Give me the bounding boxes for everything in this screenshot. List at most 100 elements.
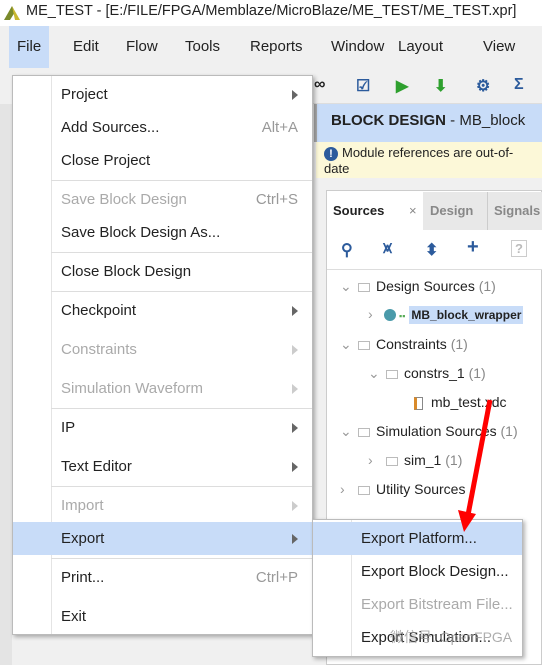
tree-constraints[interactable]: ⌄ Constraints (1): [340, 336, 468, 353]
tab-signals[interactable]: Signals: [487, 192, 540, 230]
menu-item-label: Import: [61, 497, 104, 514]
menu-item-label: Checkpoint: [61, 302, 137, 319]
submenu-item-export-bitstream-file[interactable]: Export Bitstream File...: [313, 588, 522, 621]
sources-tabs: Sources × Design Signals: [327, 192, 542, 230]
binoculars-icon[interactable]: ∞: [314, 76, 325, 94]
submenu-arrow-icon: [292, 384, 298, 394]
submenu-arrow-icon: [292, 90, 298, 100]
shortcut-label: Ctrl+P: [255, 569, 298, 586]
menu-item-label: Save Block Design: [61, 191, 187, 208]
menu-view[interactable]: View: [475, 26, 523, 68]
menu-item-exit[interactable]: Exit: [13, 600, 312, 633]
submenu-arrow-icon: [292, 423, 298, 433]
folder-icon: [386, 369, 398, 379]
menu-reports[interactable]: Reports: [242, 26, 311, 68]
menu-flow[interactable]: Flow: [118, 26, 166, 68]
folder-icon: [358, 485, 370, 495]
menu-item-label: Constraints: [61, 341, 137, 358]
menu-item-import[interactable]: Import: [13, 489, 312, 522]
checkbox-icon[interactable]: ☑: [356, 76, 370, 96]
window-title: ME_TEST - [E:/FILE/FPGA/Memblaze/MicroBl…: [26, 3, 517, 19]
watermark: 微信号: OpenFPGA: [390, 629, 513, 645]
menu-item-text-editor[interactable]: Text Editor: [13, 450, 312, 483]
block-design-header: BLOCK DESIGN - MB_block: [314, 104, 542, 142]
menu-item-simulation-waveform[interactable]: Simulation Waveform: [13, 372, 312, 405]
submenu-item-export-block-design[interactable]: Export Block Design...: [313, 555, 522, 588]
help-icon[interactable]: ?: [511, 240, 527, 257]
menu-file[interactable]: File: [9, 26, 50, 68]
notice-text: Module references are out-of-date: [324, 145, 514, 176]
flow-navigator-edge: [0, 104, 12, 665]
tree-sim-1[interactable]: › sim_1 (1): [368, 452, 462, 468]
tab-sources[interactable]: Sources ×: [327, 192, 423, 230]
menu-item-label: Add Sources...: [61, 119, 160, 136]
file-icon: [414, 396, 423, 410]
menu-item-save-block-design-as[interactable]: Save Block Design As...: [13, 216, 312, 249]
tree-sim-sources[interactable]: ⌄ Simulation Sources (1): [340, 423, 518, 440]
sigma-icon[interactable]: Σ: [514, 76, 524, 94]
submenu-arrow-icon: [292, 501, 298, 511]
menu-item-label: IP: [61, 419, 76, 436]
menu-item-checkpoint[interactable]: Checkpoint: [13, 294, 312, 327]
file-menu: Project Add Sources... Alt+A Close Project S…: [12, 75, 313, 635]
expand-all-icon[interactable]: ⬍: [425, 240, 438, 260]
menu-item-label: Project: [61, 86, 108, 103]
settings-icon[interactable]: ⚙: [476, 76, 490, 96]
block-design-title: BLOCK DESIGN: [331, 112, 447, 129]
menu-separator: [51, 291, 312, 292]
menu-separator: [51, 180, 312, 181]
menu-item-ip[interactable]: IP: [13, 411, 312, 444]
block-design-name: - MB_block: [446, 112, 526, 129]
menu-separator: [51, 252, 312, 253]
close-icon[interactable]: ×: [409, 192, 417, 230]
menu-layout[interactable]: Layout: [390, 26, 451, 68]
menu-item-close-project[interactable]: Close Project: [13, 144, 312, 177]
menu-item-label: Print...: [61, 569, 105, 586]
menu-item-save-block-design[interactable]: Save Block Design Ctrl+S: [13, 183, 312, 216]
menu-bar: File Edit Flow Tools Reports Window Layo…: [0, 26, 542, 68]
menu-item-label: Exit: [61, 608, 87, 625]
search-icon[interactable]: ⚲: [341, 240, 353, 260]
tree-wrapper[interactable]: › ▪▪ MB_block_wrapper: [368, 306, 524, 324]
menu-item-label: Export: [61, 530, 105, 547]
add-icon[interactable]: +: [467, 236, 479, 259]
run-icon[interactable]: ▶: [396, 76, 408, 96]
menu-item-add-sources[interactable]: Add Sources... Alt+A: [13, 111, 312, 144]
sources-toolbar: ⚲ ⩙ ⬍ + ?: [327, 230, 542, 270]
vivado-logo-icon: [4, 6, 20, 20]
menu-item-constraints[interactable]: Constraints: [13, 333, 312, 366]
menu-item-label: Text Editor: [61, 458, 132, 475]
menu-item-label: Simulation Waveform: [61, 380, 203, 397]
status-dot-icon: [384, 309, 396, 322]
sources-tree: ⌄ Design Sources (1) › ▪▪ MB_block_wrapper …: [340, 270, 540, 510]
menu-item-label: Close Block Design: [61, 263, 192, 280]
menu-item-export[interactable]: Export: [13, 522, 312, 555]
folder-icon: [358, 340, 370, 350]
menu-item-label: Close Project: [61, 152, 151, 169]
program-icon[interactable]: ⬇: [434, 76, 447, 96]
tree-xdc-file[interactable]: mb_test.xdc: [414, 394, 506, 410]
menu-item-label: Save Block Design As...: [61, 224, 221, 241]
tab-design[interactable]: Design: [424, 192, 473, 230]
tab-sources-label: Sources: [333, 203, 385, 218]
tree-utility-sources[interactable]: › Utility Sources: [340, 481, 465, 497]
shortcut-label: Ctrl+S: [255, 191, 298, 208]
submenu-item-export-platform[interactable]: Export Platform...: [313, 522, 522, 555]
tree-constrs-1[interactable]: ⌄ constrs_1 (1): [368, 365, 486, 382]
menu-window[interactable]: Window: [323, 26, 392, 68]
folder-icon: [358, 427, 370, 437]
collapse-all-icon[interactable]: ⩙: [383, 240, 392, 258]
menu-separator: [51, 408, 312, 409]
tree-design-sources[interactable]: ⌄ Design Sources (1): [340, 278, 496, 295]
submenu-arrow-icon: [292, 345, 298, 355]
menu-tools[interactable]: Tools: [177, 26, 228, 68]
submenu-arrow-icon: [292, 462, 298, 472]
menu-item-close-block-design[interactable]: Close Block Design: [13, 255, 312, 288]
info-icon: !: [324, 147, 338, 161]
title-bar: ME_TEST - [E:/FILE/FPGA/Memblaze/MicroBl…: [0, 0, 542, 26]
menu-item-print[interactable]: Print... Ctrl+P: [13, 561, 312, 594]
menu-edit[interactable]: Edit: [65, 26, 107, 68]
menu-separator: [51, 486, 312, 487]
menu-item-project[interactable]: Project: [13, 78, 312, 111]
submenu-arrow-icon: [292, 306, 298, 316]
